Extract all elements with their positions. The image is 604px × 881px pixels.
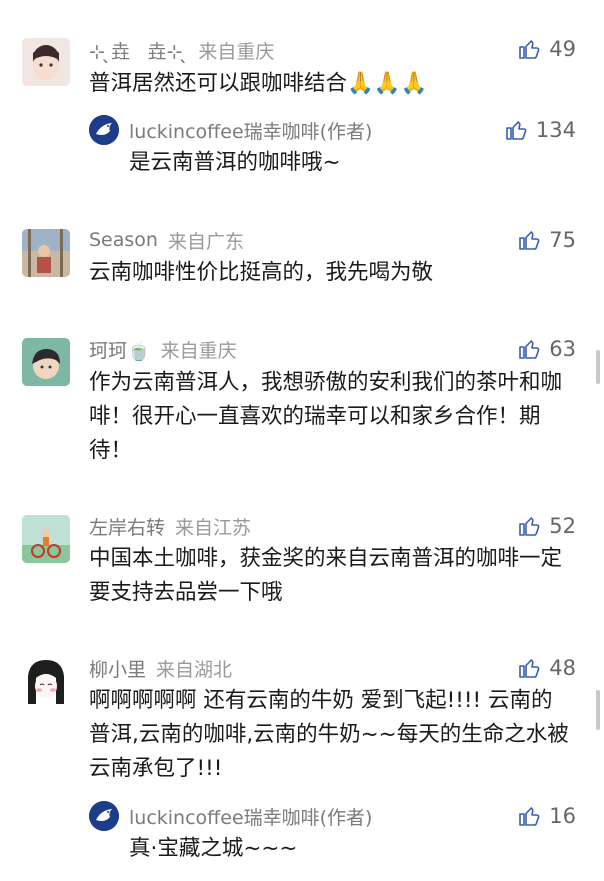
comment-text: 作为云南普洱人，我想骄傲的安利我们的茶叶和咖啡！很开心一直喜欢的瑞幸可以和家乡合… bbox=[89, 370, 563, 463]
thumbs-up-icon bbox=[519, 517, 540, 536]
like-button[interactable]: 49 bbox=[517, 34, 576, 64]
avatar[interactable] bbox=[22, 229, 70, 277]
author-location: 来自重庆 bbox=[160, 339, 237, 362]
comment-author[interactable]: 左岸右转 来自江苏 bbox=[89, 513, 251, 539]
author-name[interactable]: 左岸右转 bbox=[89, 513, 165, 540]
comment-text: 云南咖啡性价比挺高的，我先喝为敬 bbox=[89, 260, 434, 285]
avatar[interactable] bbox=[22, 338, 70, 386]
reply-text: 是云南普洱的咖啡哦~ bbox=[129, 150, 341, 175]
author-location: 来自广东 bbox=[167, 230, 244, 253]
author-avatar[interactable] bbox=[89, 801, 119, 831]
like-button[interactable]: 63 bbox=[517, 334, 576, 364]
like-count: 75 bbox=[549, 228, 576, 252]
author-name[interactable]: Season bbox=[89, 229, 158, 251]
author-name[interactable]: 珂珂🍵 bbox=[89, 336, 151, 363]
comment-author[interactable]: ⊹ ̖̖̖̖垚ㅤ垚⊹ ̖̖̖̖ 来自重庆 bbox=[89, 37, 274, 63]
like-button[interactable]: 48 bbox=[517, 653, 576, 683]
thumbs-up-icon bbox=[519, 340, 540, 359]
like-count: 48 bbox=[549, 656, 576, 680]
avatar[interactable] bbox=[22, 38, 70, 86]
scrollbar-thumb[interactable] bbox=[596, 350, 600, 384]
author-location: 来自重庆 bbox=[198, 40, 275, 63]
comment-author[interactable]: Season 来自广东 bbox=[89, 227, 244, 253]
reply-author[interactable]: luckincoffee瑞幸咖啡(作者) bbox=[129, 801, 372, 831]
author-name[interactable]: 柳小里 bbox=[89, 655, 146, 682]
thumbs-up-icon bbox=[506, 121, 527, 140]
like-count: 52 bbox=[549, 514, 576, 538]
like-button[interactable]: 75 bbox=[517, 225, 576, 255]
comment-author[interactable]: 珂珂🍵 来自重庆 bbox=[89, 336, 237, 362]
author-location: 来自湖北 bbox=[156, 658, 233, 681]
comment-text: 啊啊啊啊啊 还有云南的牛奶 爱到飞起!!!! 云南的普洱,云南的咖啡,云南的牛奶… bbox=[89, 688, 569, 781]
comment-text: 中国本土咖啡，获金奖的来自云南普洱的咖啡一定要支持去品尝一下哦 bbox=[89, 546, 563, 605]
thumbs-up-icon bbox=[519, 659, 540, 678]
reply-author[interactable]: luckincoffee瑞幸咖啡(作者) bbox=[129, 115, 372, 145]
like-count: 63 bbox=[549, 337, 576, 361]
scrollbar-thumb[interactable] bbox=[596, 690, 600, 730]
comment-text: 普洱居然还可以跟咖啡结合🙏🙏🙏 bbox=[89, 71, 428, 96]
thumbs-up-icon bbox=[519, 807, 540, 826]
thumbs-up-icon bbox=[519, 40, 540, 59]
comment-author[interactable]: 柳小里 来自湖北 bbox=[89, 655, 232, 681]
avatar[interactable] bbox=[22, 515, 70, 563]
like-button[interactable]: 16 bbox=[517, 801, 576, 831]
author-location: 来自江苏 bbox=[175, 516, 252, 539]
like-count: 134 bbox=[535, 118, 576, 142]
author-name[interactable]: ⊹ ̖̖̖̖垚ㅤ垚⊹ ̖̖̖̖ bbox=[89, 37, 188, 64]
author-avatar[interactable] bbox=[89, 115, 119, 145]
reply-text: 真·宝藏之城~~~ bbox=[129, 836, 298, 861]
like-count: 49 bbox=[549, 37, 576, 61]
like-count: 16 bbox=[549, 804, 576, 828]
avatar[interactable] bbox=[22, 656, 70, 704]
like-button[interactable]: 134 bbox=[504, 115, 576, 145]
thumbs-up-icon bbox=[519, 231, 540, 250]
like-button[interactable]: 52 bbox=[517, 511, 576, 541]
